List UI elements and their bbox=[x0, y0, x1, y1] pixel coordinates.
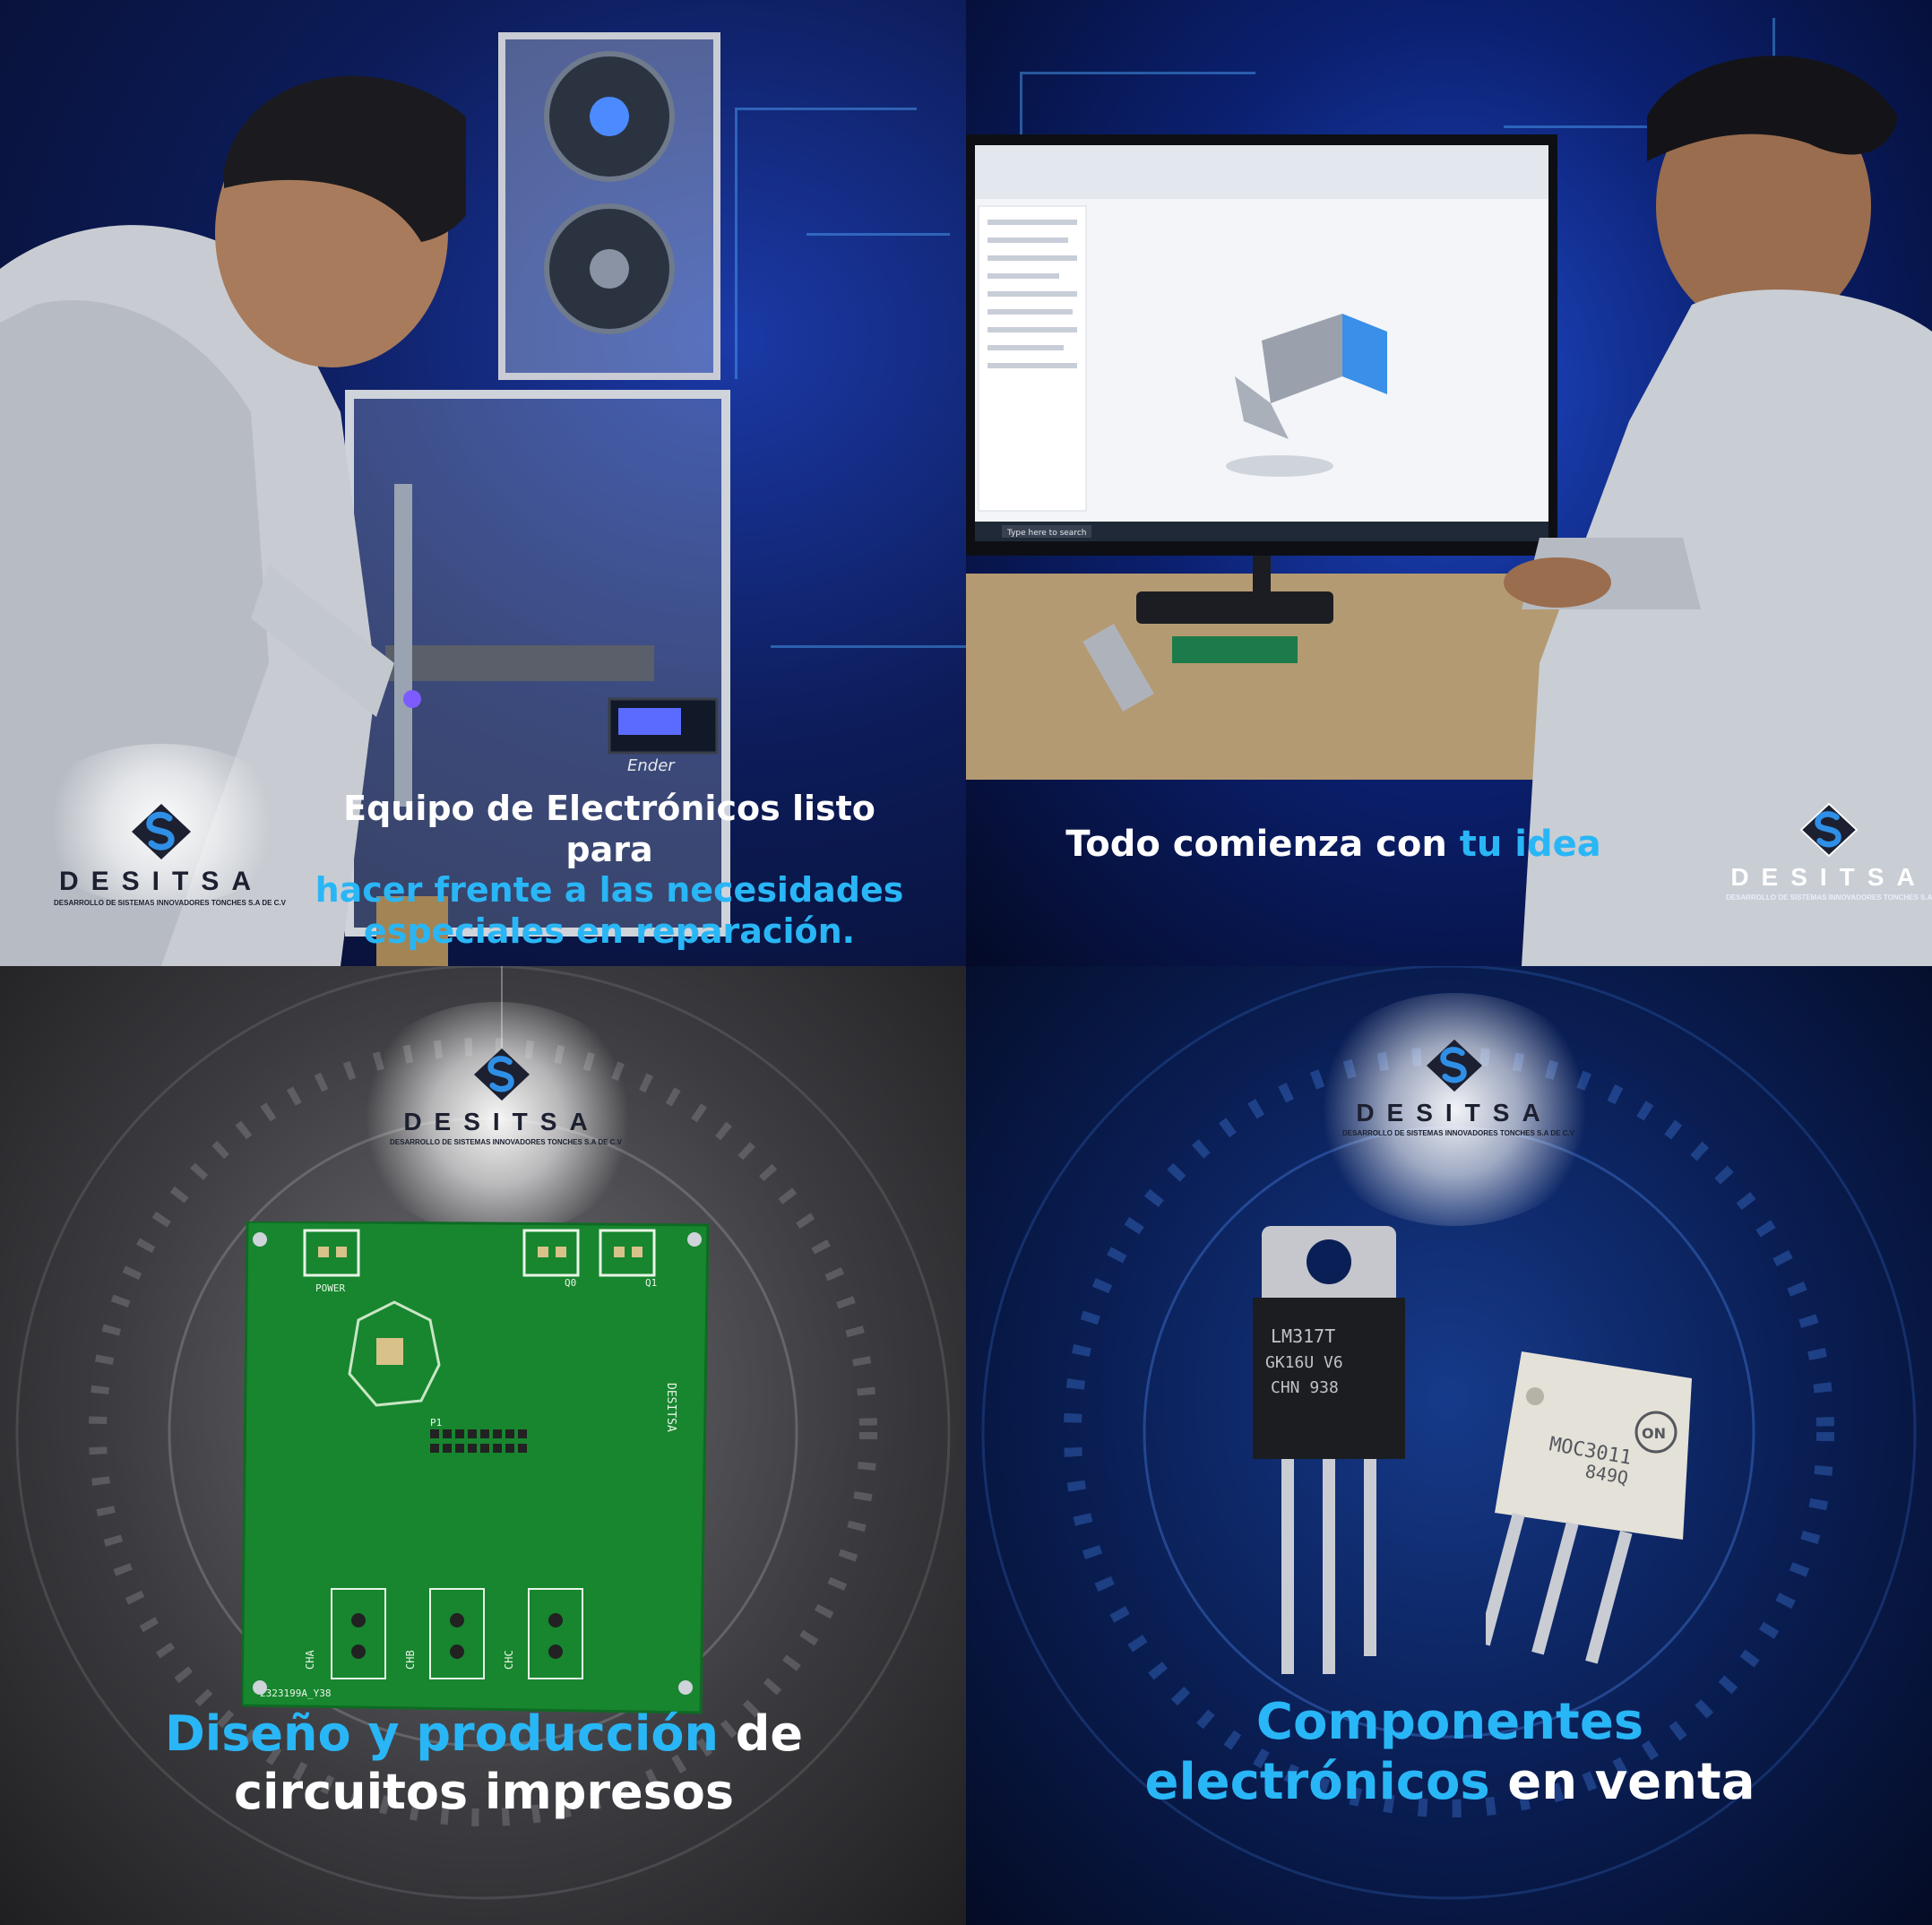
logo-tagline: DESARROLLO DE SISTEMAS INNOVADORES TONCH… bbox=[54, 899, 286, 907]
pcb-p1-label: P1 bbox=[430, 1417, 442, 1429]
desitsa-logo-icon bbox=[1427, 1039, 1482, 1092]
pcb-q0-label: Q0 bbox=[565, 1277, 576, 1289]
opto-brand: ON bbox=[1642, 1425, 1666, 1442]
pcb-chc-label: CHC bbox=[503, 1650, 515, 1670]
panel3-caption: Diseño y producción de circuitos impreso… bbox=[90, 1705, 878, 1822]
logo-wordmark: DESITSA bbox=[1730, 863, 1928, 891]
voltage-regulator-illustration: LM317T GK16U V6 CHN 938 bbox=[1253, 1226, 1405, 1674]
caption-line-3: especiales en reparación. bbox=[363, 911, 856, 951]
desitsa-logo: DESITSA DESARROLLO DE SISTEMAS INNOVADOR… bbox=[1342, 1038, 1574, 1137]
logo-tagline: DESARROLLO DE SISTEMAS INNOVADORES TONCH… bbox=[390, 1138, 622, 1146]
caption-white-2: en venta bbox=[1489, 1753, 1755, 1812]
desitsa-logo-icon bbox=[474, 1048, 530, 1101]
desitsa-logo: DESITSA DESARROLLO DE SISTEMAS INNOVADOR… bbox=[54, 802, 286, 907]
optocoupler-illustration: ON MOC3011 849Q bbox=[1486, 1351, 1692, 1664]
logo-wordmark: DESITSA bbox=[403, 1108, 600, 1135]
caption-white-1: de bbox=[718, 1705, 804, 1762]
caption-line-2: hacer frente a las necesidades bbox=[315, 870, 904, 911]
pcb-power-label: POWER bbox=[315, 1282, 345, 1294]
circuit-trace bbox=[771, 466, 966, 648]
panel-components-sale: DESITSA DESARROLLO DE SISTEMAS INNOVADOR… bbox=[966, 966, 1932, 1925]
desitsa-logo: DESITSA DESARROLLO DE SISTEMAS INNOVADOR… bbox=[1726, 802, 1932, 902]
logo-tagline: DESARROLLO DE SISTEMAS INNOVADORES TONCH… bbox=[1342, 1129, 1574, 1137]
desitsa-logo: DESITSA DESARROLLO DE SISTEMAS INNOVADOR… bbox=[390, 1047, 622, 1146]
desitsa-logo-icon bbox=[1799, 802, 1859, 858]
caption-blue: tu idea bbox=[1459, 824, 1601, 865]
regulator-line-1: LM317T bbox=[1271, 1325, 1335, 1347]
panel-pcb-design: DESITSA DESARROLLO DE SISTEMAS INNOVADOR… bbox=[0, 966, 966, 1925]
panel-3d-printer-repair: Ender DESITSA DESARROLLO DE SISTEMAS INN… bbox=[0, 0, 966, 966]
caption-white-2: circuitos impresos bbox=[233, 1763, 735, 1820]
keyboard bbox=[1136, 591, 1333, 624]
printer-label: Ender bbox=[627, 756, 676, 775]
pcb-illustration: POWER Q0 Q1 P1 DESITSA CHA CHB CHC 23231… bbox=[242, 1221, 710, 1714]
logo-wordmark: DESITSA bbox=[1356, 1099, 1553, 1127]
caption-line-1: Equipo de Electrónicos listo para bbox=[343, 789, 875, 869]
logo-wordmark: DESITSA bbox=[58, 867, 264, 896]
caption-blue-2: electrónicos bbox=[1144, 1753, 1490, 1812]
caption-blue-1: Componentes bbox=[1255, 1693, 1644, 1751]
caption-blue: Diseño y producción bbox=[164, 1705, 719, 1762]
pcb-code-label: 2323199A_Y38 bbox=[260, 1688, 331, 1699]
collage: Ender DESITSA DESARROLLO DE SISTEMAS INN… bbox=[0, 0, 1932, 1925]
pcb-q1-label: Q1 bbox=[645, 1277, 657, 1289]
caption-white: Todo comienza con bbox=[1065, 824, 1460, 865]
panel-cad-design: Type here to search Todo comienza con tu… bbox=[966, 0, 1932, 966]
panel1-caption: Equipo de Electrónicos listo para hacer … bbox=[296, 789, 923, 952]
circuit-trace bbox=[806, 233, 950, 237]
circuit-trace bbox=[735, 108, 917, 379]
pcb-brand-label: DESITSA bbox=[664, 1383, 677, 1432]
regulator-line-3: CHN 938 bbox=[1271, 1378, 1339, 1397]
circuit-board-on-desk bbox=[1172, 636, 1298, 663]
panel4-caption: Componentes electrónicos en venta bbox=[1038, 1692, 1862, 1812]
pcb-cha-label: CHA bbox=[304, 1650, 316, 1670]
regulator-line-2: GK16U V6 bbox=[1265, 1353, 1343, 1372]
panel2-caption: Todo comienza con tu idea bbox=[1020, 823, 1647, 866]
desitsa-logo-icon bbox=[132, 804, 191, 859]
taskbar-search-text: Type here to search bbox=[1006, 529, 1086, 538]
pcb-chb-label: CHB bbox=[404, 1650, 417, 1670]
logo-tagline: DESARROLLO DE SISTEMAS INNOVADORES TONCH… bbox=[1726, 893, 1932, 902]
